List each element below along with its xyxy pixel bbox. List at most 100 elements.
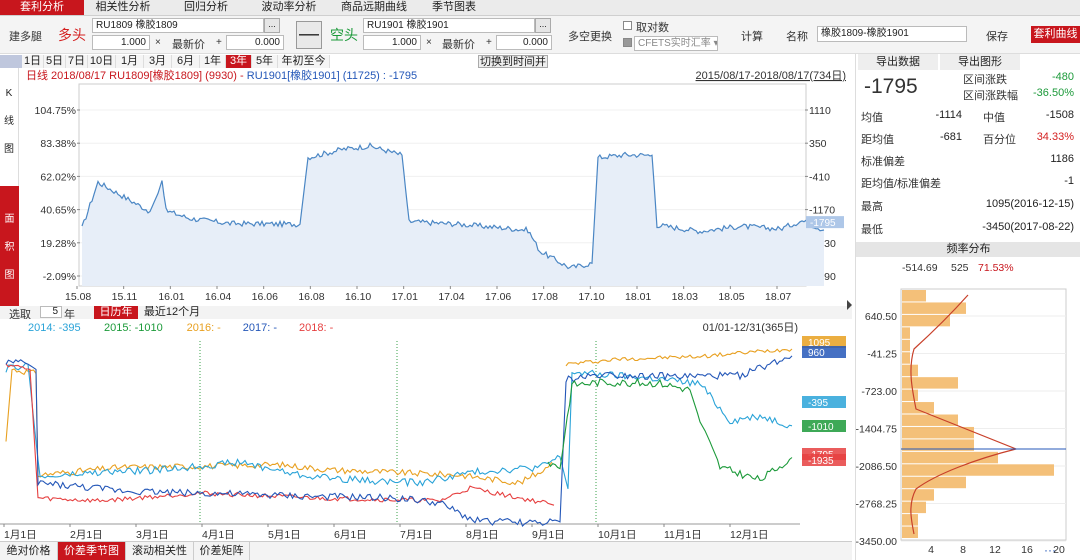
period-ytd-button[interactable]: 年初至今 [278,55,330,68]
name-label: 名称 [786,31,808,43]
short-contract-input[interactable]: RU1901 橡胶1901 [363,18,535,33]
long-price-label: 最新价 [172,39,205,51]
left-tick-label: 104.75% [35,105,76,117]
minus-button[interactable]: — [296,21,322,49]
legend-date: 日线 2018/08/17 [26,68,109,82]
short-price-input[interactable]: 0.000 [496,35,552,50]
tab-absolute-price[interactable]: 绝对价格 [0,542,58,560]
export-data-button[interactable]: 导出数据 [858,54,938,70]
freq-y-label: -1404.75 [856,424,897,436]
x-tick-label: 16.10 [345,291,371,303]
legend-year-3: 2017: - [243,322,278,334]
period-5y-button[interactable]: 5年 [252,55,278,68]
left-tick-label: 19.28% [40,238,76,250]
tab-spread-analysis[interactable]: 套利分析 [0,0,84,15]
swap-long-short-button[interactable]: 多空更换 [568,28,612,44]
legend-year-0: 2014: -395 [28,322,81,334]
save-button[interactable]: 保存 [986,28,1008,44]
short-contract-picker-button[interactable]: ... [535,18,551,33]
period-3m-button[interactable]: 3月 [144,55,172,68]
freq-x-label: 16 [1021,544,1033,556]
low-label: 最低 [861,224,883,236]
recent-12-months-button[interactable]: 最近12个月 [142,306,202,319]
tab-spread-matrix[interactable]: 价差矩阵 [194,542,250,560]
tab-regression[interactable]: 回归分析 [176,0,236,15]
calendar-year-button[interactable]: 日历年 [94,306,138,319]
x-tick-label: 18.01 [625,291,651,303]
x-tick-label: 16.06 [252,291,278,303]
area-chart-tab[interactable]: 面积图 [0,186,19,306]
freq-y-label: 640.50 [865,311,897,323]
current-value-tag: -1795 [810,218,836,229]
dist-mean-label: 距均值 [861,134,894,146]
period-7d-button[interactable]: 7日 [66,55,88,68]
tab-seasonal[interactable]: 季节图表 [424,0,484,15]
left-tick-label: 62.02% [40,171,76,183]
period-3y-button[interactable]: 3年 [226,55,252,68]
x-tick-label: 11月1日 [664,529,702,541]
tab-spread-seasonal[interactable]: 价差季节图 [58,542,126,560]
x-tick-label: 2月1日 [70,529,103,541]
long-qty-input[interactable]: 1.000 [92,35,150,50]
x-tick-label: 17.10 [578,291,604,303]
period-5d-button[interactable]: 5日 [44,55,66,68]
freq-bar [902,290,926,302]
tab-correlation[interactable]: 相关性分析 [90,0,156,15]
tab-rolling-correlation[interactable]: 滚动相关性 [126,542,194,560]
calc-button[interactable]: 计算 [741,28,763,44]
period-6m-button[interactable]: 6月 [172,55,200,68]
current-spread-value: -1795 [864,75,918,98]
period-1m-button[interactable]: 1月 [116,55,144,68]
freq-y-label: -41.25 [867,349,897,361]
log-label: 取对数 [636,22,669,34]
export-chart-button[interactable]: 导出图形 [940,54,1020,70]
freq-bar [902,402,934,414]
log-checkbox[interactable] [623,21,632,30]
x-tick-label: 16.08 [298,291,324,303]
legend-series2: RU1901[橡胶1901] (11725) : -1795 [247,68,417,82]
tab-forward-curve[interactable]: 商品远期曲线 [334,0,414,15]
legend-year-1: 2015: -1010 [104,322,163,334]
short-qty-input[interactable]: 1.000 [363,35,421,50]
switch-union-button[interactable]: 切换到时间并集 [478,55,548,81]
seasonal-spread-chart[interactable]: 2014: -395 2015: -1010 2016: - 2017: - 2018:… [0,319,852,541]
years-input[interactable]: 5 [40,306,62,318]
long-contract-picker-button[interactable]: ... [264,18,280,33]
period-1d-button[interactable]: 1日 [22,55,44,68]
freq-y-label: -2768.25 [856,499,897,511]
bottom-tabs: 绝对价格 价差季节图 滚动相关性 价差矩阵 [0,541,852,560]
long-label: 多头 [58,27,86,43]
times-sign: × [155,37,161,48]
spread-curve-button[interactable]: 套利曲线 [1031,26,1080,43]
legend-year-2: 2016: - [187,322,222,334]
x-tick-label: 9月1日 [532,529,565,541]
times-sign: × [426,37,432,48]
period-10d-button[interactable]: 10日 [88,55,116,68]
fx-select[interactable]: CFETS实时汇率 ▾ [634,36,718,51]
period-row: 选取 5 年 日历年 最近12个月 [0,306,852,321]
long-price-input[interactable]: 0.000 [226,35,284,50]
spread-area-chart[interactable]: 日线 2018/08/17 RU1809[橡胶1809] (9930) - RU… [20,68,848,306]
name-input[interactable]: 橡胶1809-橡胶1901 [817,26,967,42]
left-tick-label: 40.65% [40,205,76,217]
chart-date-range: 2015/08/17-2018/08/17(734日) [696,70,846,82]
right-tick-label: 350 [809,138,827,150]
dist-mean-value: -681 [939,131,962,143]
median-value: -1508 [1045,109,1074,121]
left-tick-label: 83.38% [40,138,76,150]
right-tick-label: -1170 [809,205,835,217]
freq-dist-chart[interactable]: -514.69 525 71.53% 640.50 -41.25 -723.00 -1404… [856,259,1080,559]
freq-bar [902,526,918,538]
kline-chart-tab[interactable]: K线图 [0,68,19,186]
short-price-label: 最新价 [442,39,475,51]
std-value: 1186 [1050,153,1074,165]
freq-bar [902,414,958,426]
tab-volatility[interactable]: 波动率分析 [256,0,322,15]
x-tick-label: 10月1日 [598,529,637,541]
period-1y-button[interactable]: 1年 [200,55,226,68]
freq-y-label: -2086.50 [856,461,897,473]
collapse-arrow-icon[interactable] [847,300,852,310]
long-contract-input[interactable]: RU1809 橡胶1809 [92,18,264,33]
build-legs-label: 建多腿 [9,31,42,43]
fx-checkbox[interactable] [623,38,632,47]
